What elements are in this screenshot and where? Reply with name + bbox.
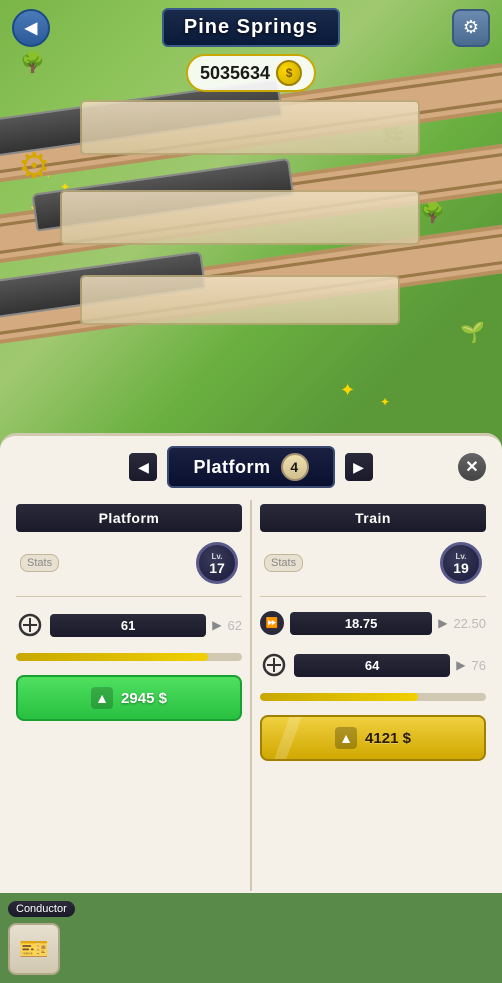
platform-stats-label: Stats — [20, 554, 59, 572]
conductor-section: Conductor 🎫 — [0, 895, 502, 983]
train-upgrade-button[interactable]: ▲ 4121 $ — [260, 715, 486, 761]
conductor-label: Conductor — [8, 901, 75, 917]
platform-capacity-next: 62 — [228, 618, 242, 633]
platform-capacity-stat: 61 ▶ 62 — [16, 607, 242, 643]
platform-progress-bar — [16, 653, 242, 661]
back-button[interactable]: ◀ — [12, 9, 50, 47]
tree-deco: 🌳 — [20, 50, 45, 75]
settings-icon: ⚙ — [463, 17, 479, 38]
conductor-icon: 🎫 — [19, 935, 49, 964]
speed-icon: ⏩ — [260, 611, 284, 635]
coin-icon: $ — [276, 60, 302, 86]
sparkle-deco: ✦ — [380, 395, 390, 409]
divider — [260, 596, 486, 597]
platform-title-text: Platform — [193, 457, 270, 478]
platform-struct — [80, 100, 420, 155]
stat-arrow-icon: ▶ — [456, 658, 465, 672]
stat-arrow-icon: ▶ — [438, 616, 447, 630]
platform-upgrade-button[interactable]: ▲ 2945 $ — [16, 675, 242, 721]
train-progress-bar — [260, 693, 486, 701]
train-capacity-stat: 64 ▶ 76 — [260, 647, 486, 683]
platform-struct — [80, 275, 400, 325]
train-speed-next: 22.50 — [453, 616, 486, 631]
platform-stats-row: Stats Lv. 17 — [16, 540, 242, 586]
train-level-badge: Lv. 19 — [440, 542, 482, 584]
settings-button[interactable]: ⚙ — [452, 9, 490, 47]
nav-right-button[interactable]: ▶ — [345, 453, 373, 481]
platform-level-badge: Lv. 17 — [196, 542, 238, 584]
train-speed-value: 18.75 — [290, 612, 432, 635]
platform-progress-fill — [16, 653, 208, 661]
train-capacity-next: 76 — [472, 658, 486, 673]
nav-left-button[interactable]: ◀ — [129, 453, 157, 481]
currency-display: 5035634 $ — [186, 54, 316, 92]
platform-capacity-value: 61 — [50, 614, 206, 637]
train-upgrade-cost: 4121 $ — [365, 730, 411, 747]
windmill-deco: ⚙ — [18, 145, 50, 187]
stat-arrow-icon: ▶ — [212, 618, 221, 632]
train-capacity-value: 64 — [294, 654, 450, 677]
columns-container: Platform Stats Lv. 17 — [0, 496, 502, 895]
city-title-plate: Pine Springs — [162, 8, 340, 47]
platform-struct — [60, 190, 420, 245]
bottom-panel: ◀ Platform 4 ▶ ✕ Platform Stats Lv. 17 — [0, 433, 502, 893]
train-stats-label: Stats — [264, 554, 303, 572]
upgrade-arrow-icon: ▲ — [335, 727, 357, 749]
header: ◀ Pine Springs ⚙ — [0, 8, 502, 47]
train-speed-stat: ⏩ 18.75 ▶ 22.50 — [260, 607, 486, 639]
city-title: Pine Springs — [184, 16, 318, 38]
back-icon: ◀ — [25, 18, 37, 38]
train-progress-fill — [260, 693, 418, 701]
divider — [16, 596, 242, 597]
platform-column: Platform Stats Lv. 17 — [8, 496, 250, 895]
train-column: Train Stats Lv. 19 ⏩ 18.75 ▶ 22.50 — [252, 496, 494, 895]
train-stats-row: Stats Lv. 19 — [260, 540, 486, 586]
train-column-header: Train — [260, 504, 486, 532]
conductor-card[interactable]: 🎫 — [8, 923, 60, 975]
upgrade-arrow-icon: ▲ — [91, 687, 113, 709]
platform-number-badge: 4 — [281, 453, 309, 481]
platform-title-plate: Platform 4 — [167, 446, 334, 488]
platform-column-header: Platform — [16, 504, 242, 532]
train-capacity-icon — [260, 651, 288, 679]
close-button[interactable]: ✕ — [458, 453, 486, 481]
platform-upgrade-cost: 2945 $ — [121, 690, 167, 707]
currency-amount: 5035634 — [200, 63, 270, 84]
platform-header: ◀ Platform 4 ▶ ✕ — [0, 436, 502, 496]
capacity-icon — [16, 611, 44, 639]
